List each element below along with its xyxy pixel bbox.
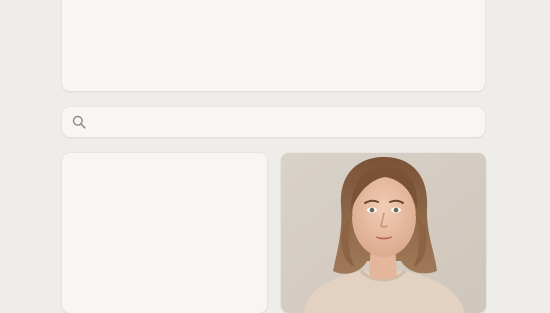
search-icon [72, 115, 86, 129]
top-card [62, 0, 485, 91]
search-input[interactable] [94, 112, 475, 134]
search-bar[interactable] [62, 107, 485, 137]
portrait-photo [281, 153, 486, 313]
gallery-card-empty[interactable] [62, 153, 267, 313]
gallery-card-photo[interactable] [281, 153, 486, 313]
